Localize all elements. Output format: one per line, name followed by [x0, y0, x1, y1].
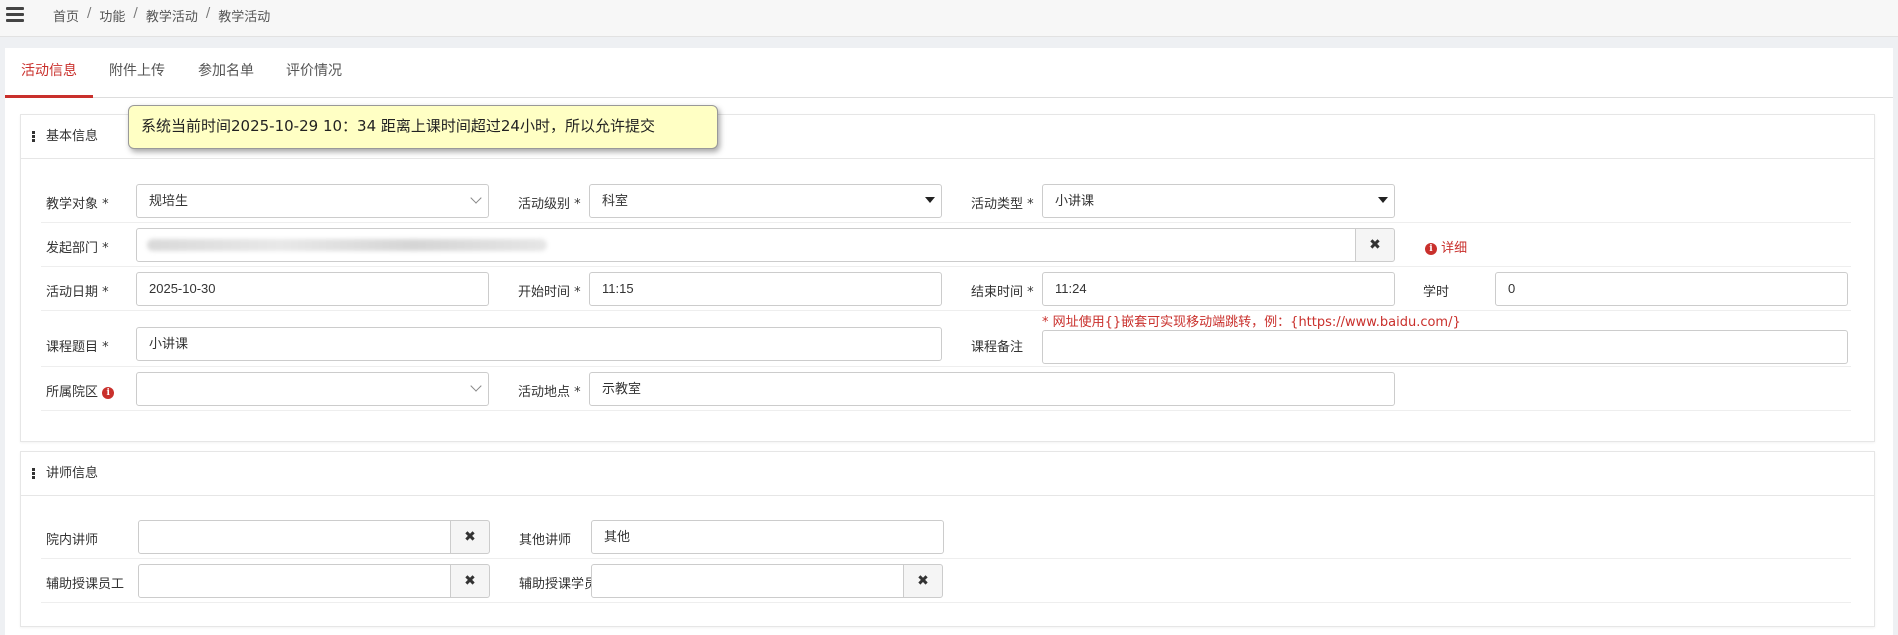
tab-participant-list[interactable]: 参加名单: [182, 48, 270, 98]
remark-hint: * 网址使用{}嵌套可实现移动端跳转，例：{https://www.baidu.…: [1042, 315, 1461, 330]
close-icon: ✖: [464, 573, 476, 589]
time-check-tooltip: 系统当前时间2025-10-29 10：34 距离上课时间超过24小时，所以允许…: [128, 105, 718, 149]
dept-input[interactable]: [136, 228, 1356, 262]
vertical-dots-icon: [32, 131, 35, 142]
label-target: 教学对象: [46, 193, 109, 212]
basic-info-title: 基本信息: [46, 129, 99, 144]
form-row-1: 教学对象 规培生 活动级别 科室 活动类型 小讲课: [41, 179, 1851, 223]
label-inner-teacher: 院内讲师: [46, 533, 99, 548]
campus-select[interactable]: [136, 372, 489, 406]
close-icon: ✖: [1369, 237, 1381, 253]
tab-attachment-upload[interactable]: 附件上传: [93, 48, 181, 98]
caret-down-icon: [1378, 197, 1388, 203]
label-other-teacher: 其他讲师: [519, 533, 572, 548]
label-date: 活动日期: [46, 281, 109, 300]
level-value: 科室: [602, 193, 629, 208]
breadcrumb-function[interactable]: 功能: [99, 6, 125, 25]
tab-activity-info[interactable]: 活动信息: [5, 48, 93, 98]
level-select[interactable]: 科室: [589, 184, 942, 218]
end-time-input[interactable]: 11:24: [1042, 272, 1395, 306]
info-icon: i: [1425, 242, 1437, 255]
dept-clear-button[interactable]: ✖: [1355, 228, 1395, 262]
place-value: 示教室: [602, 381, 642, 396]
breadcrumb: 首页 / 功能 / 教学活动 / 教学活动: [53, 6, 271, 25]
course-value: 小讲课: [149, 336, 189, 351]
label-remark: 课程备注: [971, 340, 1024, 355]
close-icon: ✖: [464, 529, 476, 545]
chevron-down-icon: [470, 192, 482, 204]
place-input[interactable]: 示教室: [589, 372, 1395, 406]
tab-bar: 活动信息 附件上传 参加名单 评价情况: [5, 48, 1893, 98]
teacher-row-1: 院内讲师 ✖ 其他讲师 其他: [41, 515, 1851, 559]
label-campus-text: 所属院区: [46, 385, 99, 400]
other-teacher-value: 其他: [604, 529, 631, 544]
breadcrumb-teaching[interactable]: 教学活动: [146, 6, 198, 25]
assist-staff-clear-button[interactable]: ✖: [450, 564, 490, 598]
breadcrumb-current: 教学活动: [218, 10, 271, 25]
hours-input[interactable]: 0: [1495, 272, 1848, 306]
teacher-row-2: 辅助授课员工 ✖ 辅助授课学员 ✖: [41, 559, 1851, 603]
form-row-2: 发起部门 ✖ i 详细: [41, 223, 1851, 267]
teacher-info-header: 讲师信息: [21, 452, 1874, 496]
teacher-info-panel: 讲师信息 院内讲师 ✖ 其他讲师 其他 辅助授课员工 ✖ 辅助授课学员 ✖: [20, 451, 1875, 627]
form-row-5: 所属院区 i 活动地点 示教室: [41, 367, 1851, 411]
label-assist-student: 辅助授课学员: [519, 577, 598, 592]
label-campus: 所属院区 i: [46, 381, 115, 400]
label-level: 活动级别: [518, 193, 581, 212]
date-value: 2025-10-30: [149, 281, 216, 296]
form-row-3: 活动日期 2025-10-30 开始时间 11:15 结束时间 11:24 学时…: [41, 267, 1851, 311]
form-row-4: 课程题目 小讲课 课程备注 * 网址使用{}嵌套可实现移动端跳转，例：{http…: [41, 311, 1851, 367]
label-end: 结束时间: [971, 281, 1034, 300]
date-input[interactable]: 2025-10-30: [136, 272, 489, 306]
label-assist-staff: 辅助授课员工: [46, 577, 125, 592]
assist-student-clear-button[interactable]: ✖: [903, 564, 943, 598]
label-type: 活动类型: [971, 193, 1034, 212]
vertical-dots-icon: [32, 468, 35, 479]
target-select[interactable]: 规培生: [136, 184, 489, 218]
assist-staff-input[interactable]: [138, 564, 451, 598]
label-place: 活动地点: [518, 381, 581, 400]
type-value: 小讲课: [1055, 193, 1095, 208]
start-value: 11:15: [602, 281, 634, 296]
breadcrumb-home[interactable]: 首页: [53, 6, 79, 25]
dept-value-redacted: [147, 239, 547, 251]
course-input[interactable]: 小讲课: [136, 327, 942, 361]
detail-label: 详细: [1441, 241, 1468, 256]
label-course: 课程题目: [46, 336, 109, 355]
menu-toggle-icon[interactable]: [6, 7, 24, 22]
label-hours: 学时: [1423, 285, 1450, 300]
tab-evaluation[interactable]: 评价情况: [270, 48, 358, 98]
top-bar: 首页 / 功能 / 教学活动 / 教学活动: [0, 0, 1898, 37]
label-start: 开始时间: [518, 281, 581, 300]
hours-value: 0: [1508, 281, 1516, 296]
chevron-down-icon: [470, 380, 482, 392]
caret-down-icon: [925, 197, 935, 203]
close-icon: ✖: [917, 573, 929, 589]
other-teacher-input[interactable]: 其他: [591, 520, 944, 554]
inner-teacher-input[interactable]: [138, 520, 451, 554]
start-time-input[interactable]: 11:15: [589, 272, 942, 306]
basic-info-panel: 基本信息 教学对象 规培生 活动级别 科室 活动类型 小讲课 发起部门: [20, 114, 1875, 442]
end-value: 11:24: [1055, 281, 1087, 296]
teacher-info-title: 讲师信息: [46, 466, 99, 481]
label-dept: 发起部门: [46, 237, 109, 256]
type-select[interactable]: 小讲课: [1042, 184, 1395, 218]
remark-input[interactable]: [1042, 330, 1848, 364]
info-icon[interactable]: i: [102, 386, 115, 399]
assist-student-input[interactable]: [591, 564, 904, 598]
inner-teacher-clear-button[interactable]: ✖: [450, 520, 490, 554]
target-value: 规培生: [149, 193, 189, 208]
detail-link[interactable]: i 详细: [1425, 237, 1467, 256]
